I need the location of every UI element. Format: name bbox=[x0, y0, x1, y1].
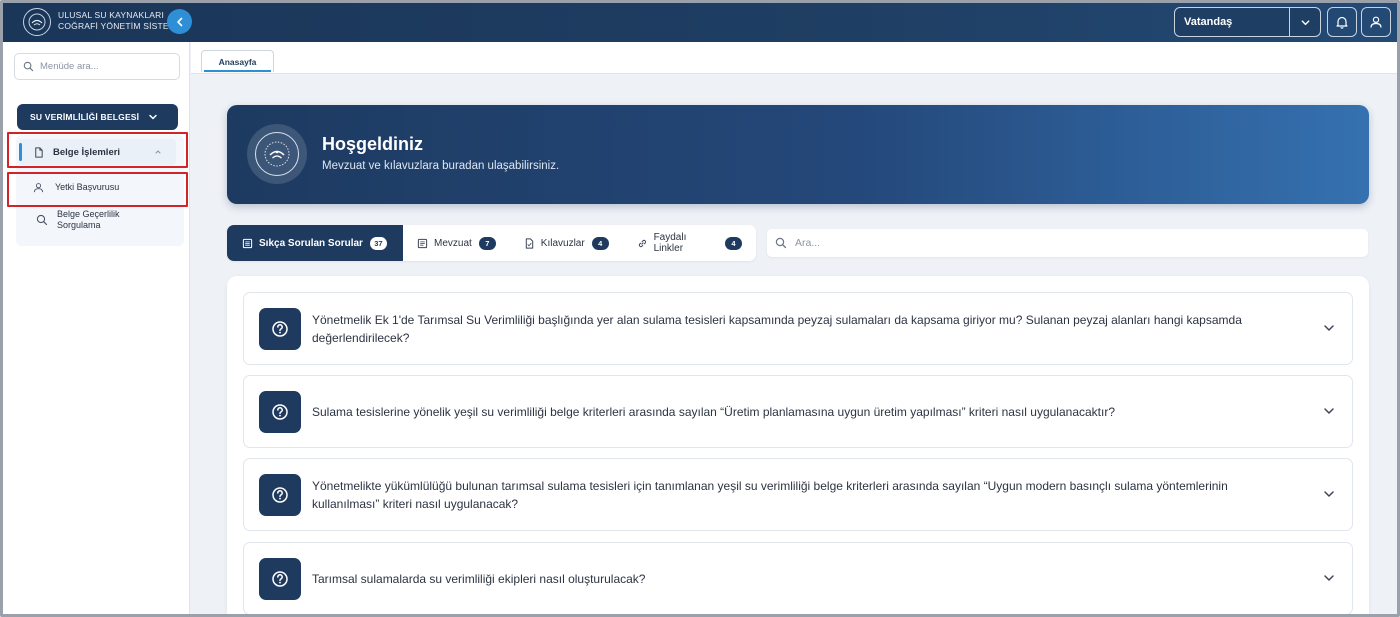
menu-group-su-verimliligi[interactable]: SU VERİMLİLİĞİ BELGESİ bbox=[17, 104, 178, 130]
welcome-subtitle: Mevzuat ve kılavuzlara buradan ulaşabili… bbox=[322, 160, 560, 172]
brand-line-1: ULUSAL SU KAYNAKLARI bbox=[58, 10, 165, 20]
tab-mevzuat[interactable]: Mevzuat 7 bbox=[403, 225, 510, 261]
book-icon bbox=[417, 238, 428, 248]
faq-item[interactable]: Yönetmelik Ek 1'de Tarımsal Su Verimlili… bbox=[243, 292, 1353, 365]
chevron-down-icon bbox=[149, 114, 157, 120]
sidebar-item-label-line-1: Belge Geçerlilik bbox=[57, 209, 120, 219]
search-icon bbox=[23, 61, 34, 72]
faq-question-line: Yönetmelik Ek 1'de Tarımsal Su Verimlili… bbox=[312, 312, 1242, 327]
content-search[interactable] bbox=[767, 229, 1368, 257]
faq-question: Tarımsal sulamalarda su verimliliği ekip… bbox=[312, 570, 1292, 588]
chevron-down-icon bbox=[1324, 491, 1334, 497]
welcome-title: Hoşgeldiniz bbox=[322, 134, 424, 154]
tab-faydali-linkler[interactable]: Faydalı Linkler 4 bbox=[623, 225, 756, 261]
user-icon bbox=[1370, 16, 1382, 28]
faq-panel: Yönetmelik Ek 1'de Tarımsal Su Verimlili… bbox=[227, 276, 1369, 614]
count-badge: 37 bbox=[369, 236, 387, 250]
faq-question-line: değerlendirilecek? bbox=[312, 330, 410, 345]
menu-group-label: SU VERİMLİLİĞİ BELGESİ bbox=[30, 112, 140, 122]
tab-anasayfa[interactable]: Anasayfa bbox=[201, 50, 274, 72]
question-icon bbox=[259, 474, 301, 516]
tab-sss[interactable]: Sıkça Sorulan Sorular 37 bbox=[227, 225, 403, 261]
count-badge: 7 bbox=[478, 236, 496, 250]
app-window: ULUSAL SU KAYNAKLARI COĞRAFİ YÖNETİM SİS… bbox=[0, 0, 1400, 617]
question-icon bbox=[259, 308, 301, 350]
tab-label: Faydalı Linkler bbox=[653, 232, 687, 254]
hero-emblem bbox=[247, 124, 307, 184]
collapse-sidebar-button[interactable] bbox=[167, 9, 192, 34]
menu-search[interactable] bbox=[14, 53, 180, 80]
faq-question-line: Yönetmelikte yükümlülüğü bulunan tarımsa… bbox=[312, 478, 1228, 493]
top-bar: ULUSAL SU KAYNAKLARI COĞRAFİ YÖNETİM SİS… bbox=[3, 3, 1397, 42]
question-mark-icon bbox=[272, 571, 288, 587]
highlight-box bbox=[7, 132, 188, 168]
faq-question-line: Tarımsal sulamalarda su verimliliği ekip… bbox=[312, 571, 646, 586]
sidebar: SU VERİMLİLİĞİ BELGESİ Belge İşlemleri Y… bbox=[3, 42, 190, 614]
faq-question: Yönetmelik Ek 1'de Tarımsal Su Verimlili… bbox=[312, 311, 1292, 347]
search-icon bbox=[775, 237, 787, 249]
count-badge: 4 bbox=[725, 236, 742, 250]
chevron-left-icon bbox=[176, 17, 182, 26]
faq-question: Yönetmelikte yükümlülüğü bulunan tarımsa… bbox=[312, 477, 1292, 513]
brand-name: ULUSAL SU KAYNAKLARI COĞRAFİ YÖNETİM SİS… bbox=[58, 10, 179, 32]
hero-emblem-ring bbox=[255, 132, 299, 176]
emblem-icon bbox=[28, 13, 46, 31]
faq-question-line: kullanılması” kriteri nasıl uygulanacak? bbox=[312, 496, 519, 511]
question-icon bbox=[259, 391, 301, 433]
bell-icon bbox=[1336, 16, 1348, 29]
faq-question: Sulama tesislerine yönelik yeşil su veri… bbox=[312, 403, 1292, 421]
tab-strip: Anasayfa bbox=[191, 42, 1397, 74]
content-tabs: Sıkça Sorulan Sorular 37 Mevzuat 7 Kılav… bbox=[227, 225, 756, 261]
question-mark-icon bbox=[272, 321, 288, 337]
chevron-down-icon bbox=[1324, 408, 1334, 414]
question-icon bbox=[259, 558, 301, 600]
faq-item[interactable]: Tarımsal sulamalarda su verimliliği ekip… bbox=[243, 542, 1353, 614]
faq-question-line: Sulama tesislerine yönelik yeşil su veri… bbox=[312, 404, 1115, 419]
sidebar-item-label: Belge Geçerlilik Sorgulama bbox=[57, 209, 120, 231]
menu-search-input[interactable] bbox=[40, 61, 170, 72]
question-mark-icon bbox=[272, 404, 288, 420]
faq-item[interactable]: Sulama tesislerine yönelik yeşil su veri… bbox=[243, 375, 1353, 448]
tab-label: Sıkça Sorulan Sorular bbox=[259, 237, 363, 249]
content-search-input[interactable] bbox=[795, 237, 1355, 249]
chevron-down-icon bbox=[1324, 575, 1334, 581]
welcome-banner: Hoşgeldiniz Mevzuat ve kılavuzlara burad… bbox=[227, 105, 1369, 204]
highlight-box bbox=[7, 172, 188, 207]
logo bbox=[23, 8, 51, 36]
role-select-value: Vatandaş bbox=[1175, 8, 1290, 36]
notifications-button[interactable] bbox=[1327, 7, 1357, 37]
emblem-icon bbox=[264, 141, 290, 167]
chevron-down-icon bbox=[1301, 19, 1309, 25]
role-select-toggle[interactable] bbox=[1290, 17, 1320, 28]
sidebar-item-label-line-2: Sorgulama bbox=[57, 220, 101, 230]
list-icon bbox=[242, 238, 253, 248]
tab-label: Mevzuat bbox=[433, 237, 472, 249]
count-badge: 4 bbox=[591, 236, 609, 250]
tab-kilavuzlar[interactable]: Kılavuzlar 4 bbox=[510, 225, 623, 261]
faq-item[interactable]: Yönetmelikte yükümlülüğü bulunan tarımsa… bbox=[243, 458, 1353, 531]
chevron-down-icon bbox=[1324, 325, 1334, 331]
question-mark-icon bbox=[272, 487, 288, 503]
user-profile-button[interactable] bbox=[1361, 7, 1391, 37]
search-icon bbox=[36, 214, 48, 226]
file-icon bbox=[525, 237, 533, 249]
link-icon bbox=[638, 239, 646, 247]
sidebar-item-belge-gecerlilik-sorgulama[interactable]: Belge Geçerlilik Sorgulama bbox=[36, 209, 120, 231]
brand-line-2: COĞRAFİ YÖNETİM SİSTEMİ bbox=[58, 21, 179, 31]
tab-label: Kılavuzlar bbox=[540, 237, 585, 249]
role-select[interactable]: Vatandaş bbox=[1174, 7, 1321, 37]
